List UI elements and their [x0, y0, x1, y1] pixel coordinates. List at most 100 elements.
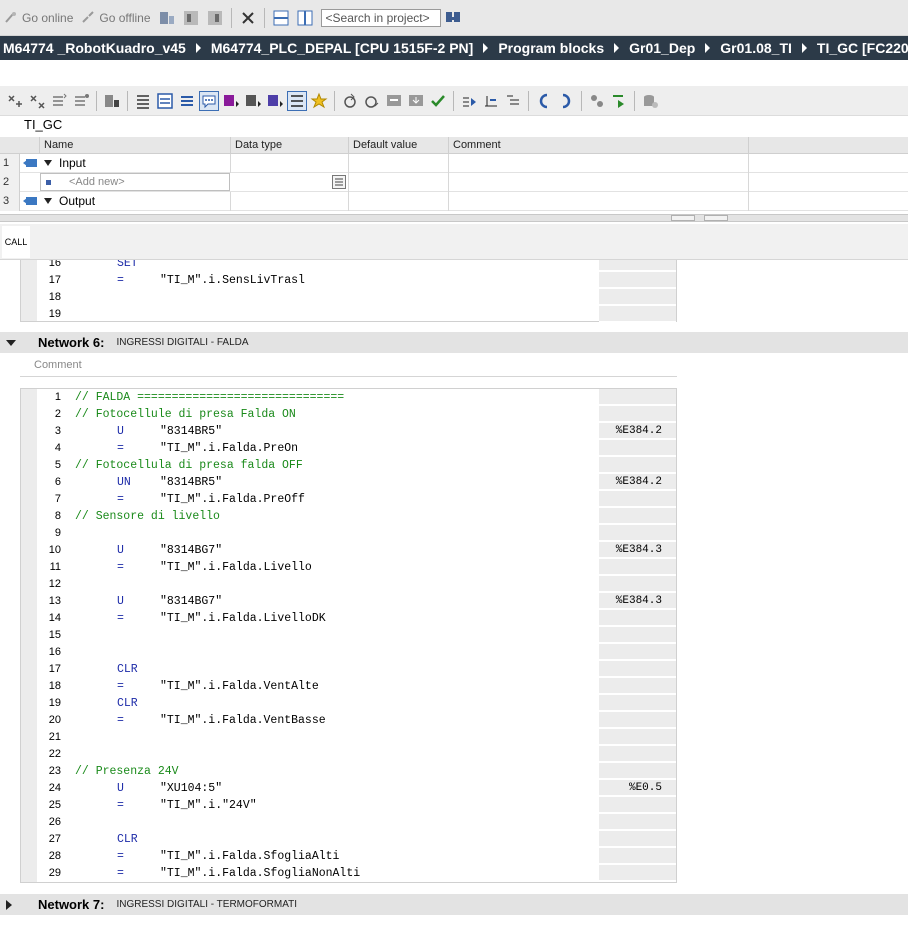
- code-line[interactable]: 22: [21, 746, 676, 763]
- breadcrumb-program-blocks[interactable]: Program blocks: [498, 40, 604, 56]
- comment-cell[interactable]: [449, 191, 749, 211]
- breakpoint-icon[interactable]: [460, 92, 478, 110]
- breadcrumb-project[interactable]: M64774 _RobotKuadro_v45: [3, 40, 186, 56]
- code-line[interactable]: 24 U "XU104:5" %E0.5: [21, 780, 676, 797]
- search-go-icon[interactable]: [444, 9, 462, 27]
- code-line[interactable]: 19 CLR: [21, 695, 676, 712]
- comment-icon[interactable]: [199, 90, 219, 111]
- code-line[interactable]: 6 UN "8314BR5" %E384.2: [21, 474, 676, 491]
- code-line[interactable]: 15: [21, 627, 676, 644]
- default-value-cell[interactable]: [349, 191, 449, 211]
- accessible-devices-icon[interactable]: [158, 9, 176, 27]
- monitoring-icon[interactable]: [266, 92, 284, 110]
- add-new-input[interactable]: <Add new>: [40, 173, 230, 191]
- expand-icon[interactable]: [44, 160, 52, 166]
- snapshot-icon[interactable]: [641, 92, 659, 110]
- breadcrumb-group[interactable]: Gr01_Dep: [629, 40, 695, 56]
- collapse-down-icon[interactable]: [704, 215, 728, 221]
- breadcrumb-plc[interactable]: M64774_PLC_DEPAL [CPU 1515F-2 PN]: [211, 40, 473, 56]
- column-header-name[interactable]: Name: [40, 137, 231, 153]
- operand-comment-icon[interactable]: [222, 92, 240, 110]
- code-line[interactable]: 7 = "TI_M".i.Falda.PreOff: [21, 491, 676, 508]
- next-error-icon[interactable]: [363, 92, 381, 110]
- absolute-operands-icon[interactable]: [156, 92, 174, 110]
- call-environment-icon[interactable]: [588, 92, 606, 110]
- code-line[interactable]: 2 // Fotocellule di presa Falda ON: [21, 406, 676, 423]
- favorites-icon[interactable]: [310, 92, 328, 110]
- network-view-icon[interactable]: [287, 90, 307, 111]
- code-line[interactable]: 3 U "8314BR5" %E384.2: [21, 423, 676, 440]
- code-line[interactable]: 17 = "TI_M".i.SensLivTrasl: [21, 272, 676, 289]
- navigate-back-icon[interactable]: [535, 92, 553, 110]
- code-editor[interactable]: 16 SET 17 = "TI_M".i.SensLivTrasl 18 19 Networ…: [0, 260, 908, 925]
- collapse-up-icon[interactable]: [671, 215, 695, 221]
- navigate-forward-icon[interactable]: [557, 92, 575, 110]
- insert-network-icon[interactable]: [6, 92, 24, 110]
- data-type-cell[interactable]: [231, 153, 349, 173]
- code-line[interactable]: 8 // Sensore di livello: [21, 508, 676, 525]
- go-offline-button[interactable]: Go offline: [77, 6, 154, 30]
- previous-error-icon[interactable]: [341, 92, 359, 110]
- comment-cell[interactable]: [449, 172, 749, 192]
- block-interface-icon[interactable]: [103, 92, 121, 110]
- code-line[interactable]: 5 // Fotocellula di presa falda OFF: [21, 457, 676, 474]
- network-description[interactable]: INGRESSI DIGITALI - TERMOFORMATI: [116, 899, 297, 910]
- list-icon[interactable]: [134, 92, 152, 110]
- code-line[interactable]: 27 CLR: [21, 831, 676, 848]
- add-row-icon[interactable]: [72, 92, 90, 110]
- code-line[interactable]: 26: [21, 814, 676, 831]
- call-tab[interactable]: CALL: [2, 226, 30, 258]
- data-type-picker-icon[interactable]: [332, 174, 346, 189]
- symbol-info-icon[interactable]: [178, 92, 196, 110]
- step-over-icon[interactable]: [504, 92, 522, 110]
- column-header-default-value[interactable]: Default value: [349, 137, 449, 153]
- code-line[interactable]: 18 = "TI_M".i.Falda.VentAlte: [21, 678, 676, 695]
- data-type-cell[interactable]: [231, 191, 349, 211]
- column-header-data-type[interactable]: Data type: [231, 137, 349, 153]
- code-line[interactable]: 10 U "8314BG7" %E384.3: [21, 542, 676, 559]
- interface-row-add-new[interactable]: 2 <Add new>: [0, 172, 908, 192]
- insert-row-icon[interactable]: [50, 92, 68, 110]
- collapse-network-icon[interactable]: [6, 339, 16, 346]
- step-icon[interactable]: [482, 92, 500, 110]
- code-line[interactable]: 17 CLR: [21, 661, 676, 678]
- code-line[interactable]: 29 = "TI_M".i.Falda.SfogliaNonAlti: [21, 865, 676, 882]
- code-line[interactable]: 21: [21, 729, 676, 746]
- compare-icon[interactable]: [385, 92, 403, 110]
- close-icon[interactable]: [239, 9, 257, 27]
- code-line[interactable]: 1 // FALDA ==============================: [21, 389, 676, 406]
- expand-network-icon[interactable]: [6, 899, 12, 910]
- code-line[interactable]: 25 = "TI_M".i."24V": [21, 797, 676, 814]
- network-comment-icon[interactable]: [244, 92, 262, 110]
- start-cpu-icon[interactable]: [182, 9, 200, 27]
- code-line[interactable]: 13 U "8314BG7" %E384.3: [21, 593, 676, 610]
- column-header-comment[interactable]: Comment: [449, 137, 749, 153]
- default-value-cell[interactable]: [349, 172, 449, 192]
- network-6-header[interactable]: Network 6: INGRESSI DIGITALI - FALDA: [0, 332, 908, 353]
- code-line[interactable]: 16 SET: [21, 260, 676, 272]
- code-line[interactable]: 18: [21, 289, 676, 306]
- breadcrumb-subgroup[interactable]: Gr01.08_TI: [720, 40, 792, 56]
- go-online-button[interactable]: Go online: [0, 6, 77, 30]
- code-line[interactable]: 23 // Presenza 24V: [21, 763, 676, 780]
- split-horizontal-icon[interactable]: [272, 9, 290, 27]
- interface-row-output[interactable]: 3 Output: [0, 191, 908, 211]
- stop-cpu-icon[interactable]: [206, 9, 224, 27]
- code-line[interactable]: 28 = "TI_M".i.Falda.SfogliaAlti: [21, 848, 676, 865]
- data-type-cell[interactable]: [231, 172, 349, 192]
- network-7-header[interactable]: Network 7: INGRESSI DIGITALI - TERMOFORM…: [0, 894, 908, 915]
- search-input[interactable]: <Search in project>: [320, 8, 441, 27]
- network-5-code[interactable]: 16 SET 17 = "TI_M".i.SensLivTrasl 18 19: [20, 260, 677, 322]
- breadcrumb-block[interactable]: TI_GC [FC2200]: [817, 40, 908, 56]
- expand-icon[interactable]: [44, 198, 52, 204]
- code-line[interactable]: 4 = "TI_M".i.Falda.PreOn: [21, 440, 676, 457]
- monitor-on-off-icon[interactable]: [610, 92, 628, 110]
- code-line[interactable]: 11 = "TI_M".i.Falda.Livello: [21, 559, 676, 576]
- code-line[interactable]: 20 = "TI_M".i.Falda.VentBasse: [21, 712, 676, 729]
- code-line[interactable]: 9: [21, 525, 676, 542]
- code-line[interactable]: 14 = "TI_M".i.Falda.LivelloDK: [21, 610, 676, 627]
- code-line[interactable]: 16: [21, 644, 676, 661]
- default-value-cell[interactable]: [349, 153, 449, 173]
- network-6-code[interactable]: 1 // FALDA ==============================…: [20, 388, 677, 883]
- split-vertical-icon[interactable]: [296, 9, 314, 27]
